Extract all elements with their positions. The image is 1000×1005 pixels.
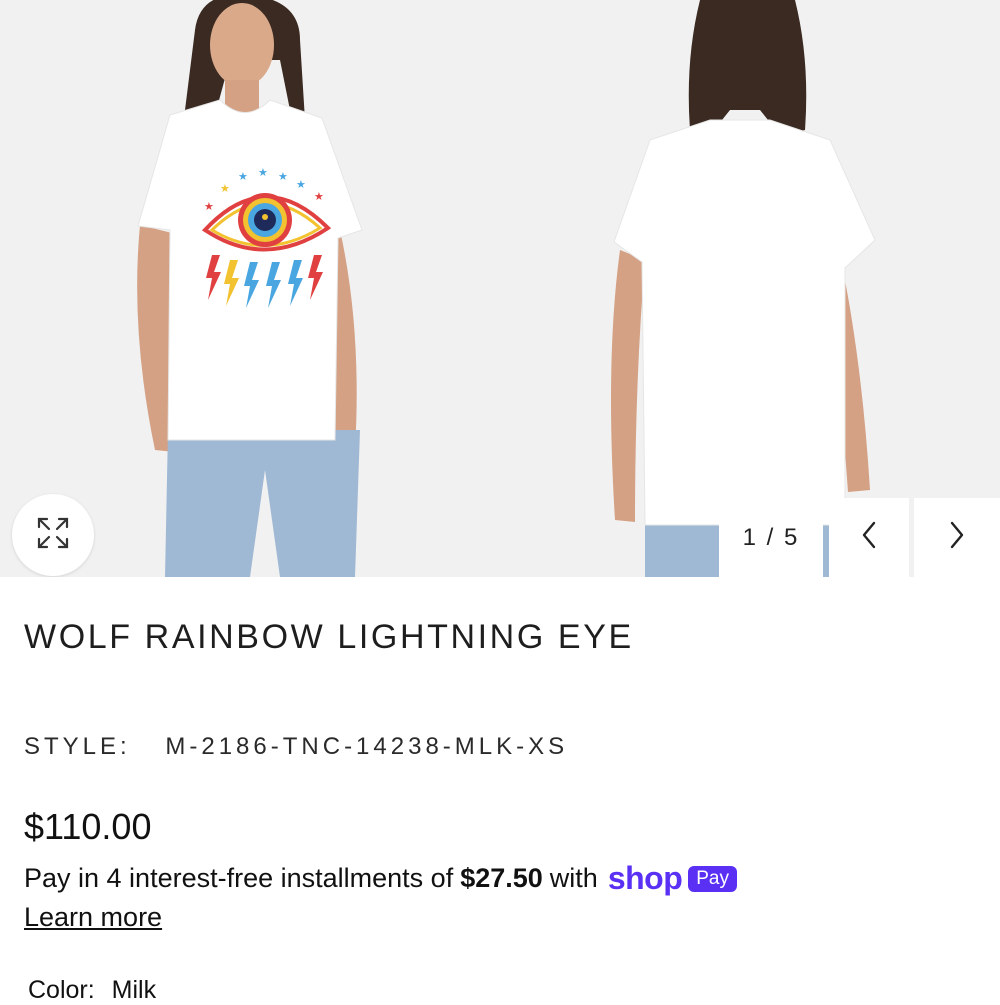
expand-arrows-icon [35, 515, 71, 556]
shop-pay-logo: shop [607, 860, 683, 896]
expand-image-button[interactable] [12, 494, 94, 576]
style-value: M-2186-TNC-14238-MLK-XS [165, 733, 569, 760]
product-photo-back [590, 0, 890, 577]
svg-text:★: ★ [220, 182, 230, 195]
svg-text:★: ★ [278, 170, 288, 183]
svg-text:★: ★ [204, 200, 214, 213]
learn-more-link[interactable]: Learn more [24, 902, 162, 933]
product-title: WOLF RAINBOW LIGHTNING EYE [24, 618, 634, 656]
installments-prefix: Pay in 4 interest-free installments of [24, 863, 454, 893]
installments-suffix: with [549, 863, 598, 893]
installment-amount: $27.50 [460, 863, 543, 893]
svg-text:★: ★ [296, 178, 306, 191]
product-photo-front: ★ ★ ★ ★ ★ ★ ★ [100, 0, 420, 577]
shop-pay-installments: Pay in 4 interest-free installments of $… [24, 860, 737, 897]
image-counter: 1 / 5 [719, 498, 823, 577]
product-image-gallery[interactable]: ★ ★ ★ ★ ★ ★ ★ 1 / 5 [0, 0, 1000, 577]
product-price: $110.00 [24, 806, 152, 847]
svg-text:★: ★ [238, 170, 248, 183]
chevron-right-icon [947, 519, 967, 556]
next-image-button[interactable] [914, 498, 1000, 577]
color-row: Color: Milk [28, 976, 156, 1005]
previous-image-button[interactable] [829, 498, 909, 577]
svg-text:★: ★ [314, 190, 324, 203]
style-row: STYLE: M-2186-TNC-14238-MLK-XS [24, 733, 568, 761]
chevron-left-icon [859, 519, 879, 556]
svg-text:★: ★ [258, 166, 268, 179]
shop-pay-badge: Pay [688, 865, 737, 892]
style-label: STYLE: [24, 733, 131, 760]
